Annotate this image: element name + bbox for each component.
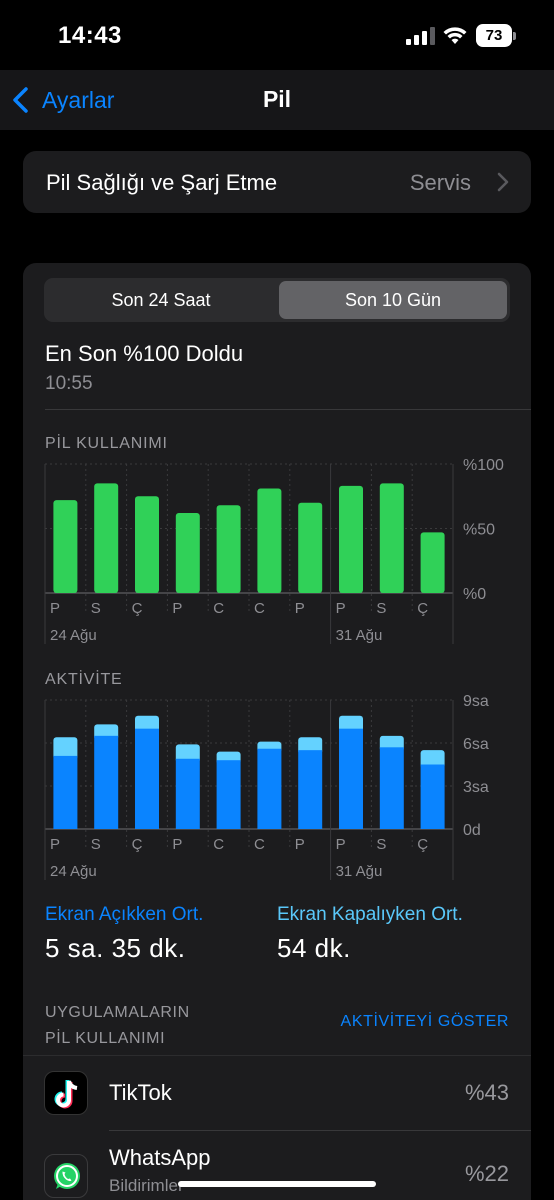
- battery-bar: [257, 488, 282, 593]
- apps-usage-header: UYGULAMALARIN PİL KULLANIMI: [45, 1000, 245, 1052]
- x-date-label: 24 Ağu: [50, 627, 97, 644]
- y-tick-label: %0: [463, 586, 486, 603]
- screen-off-label: Ekran Kapalıyken Ort.: [277, 904, 463, 925]
- battery-cap: [513, 32, 516, 40]
- status-time: 14:43: [58, 22, 122, 49]
- last-charged-title: En Son %100 Doldu: [45, 341, 244, 366]
- activity-bar-screen-on: [298, 750, 323, 829]
- x-day-label: S: [91, 836, 101, 853]
- x-date-label: 24 Ağu: [50, 863, 97, 880]
- activity-bar-screen-on: [53, 755, 78, 829]
- apps-header-line1: UYGULAMALARIN: [45, 1004, 190, 1021]
- x-date-label: 31 Ağu: [336, 863, 383, 880]
- status-bar: 14:43 73: [0, 0, 554, 70]
- activity-bar-screen-on: [420, 764, 445, 829]
- x-day-label: S: [376, 600, 386, 617]
- screen-off-value: 54 dk.: [277, 933, 351, 963]
- x-day-label: C: [254, 836, 265, 853]
- divider: [45, 409, 531, 410]
- battery-icon: 73: [476, 24, 516, 48]
- battery-bar: [53, 500, 78, 593]
- x-day-label: S: [376, 836, 386, 853]
- x-day-label: C: [213, 836, 224, 853]
- show-activity-button[interactable]: AKTİVİTEYİ GÖSTER: [341, 1013, 509, 1031]
- battery-health-label: Pil Sağlığı ve Şarj Etme: [46, 170, 278, 195]
- battery-bar: [339, 485, 363, 593]
- chevron-right-icon: [497, 172, 509, 192]
- app-percentage: %22: [464, 1161, 509, 1186]
- activity-bar-screen-on: [175, 758, 200, 829]
- battery-bar: [420, 532, 445, 593]
- x-day-label: S: [91, 600, 101, 617]
- x-day-label: Ç: [132, 600, 143, 617]
- navigation-bar: Ayarlar Pil: [0, 70, 554, 130]
- app-row-tiktok[interactable]: TikTok %43: [23, 1056, 531, 1132]
- battery-bar: [216, 505, 241, 593]
- y-tick-label: 0d: [463, 822, 481, 839]
- activity-bar-screen-on: [257, 748, 282, 829]
- tiktok-icon: [44, 1071, 88, 1115]
- apps-header-line2: PİL KULLANIMI: [45, 1030, 166, 1047]
- segment-last-24-hours[interactable]: Son 24 Saat: [47, 281, 275, 319]
- segment-last-10-days[interactable]: Son 10 Gün: [279, 281, 507, 319]
- x-day-label: Ç: [132, 836, 143, 853]
- battery-bar: [298, 502, 323, 593]
- y-tick-label: 3sa: [463, 779, 489, 796]
- x-date-label: 31 Ağu: [336, 627, 383, 644]
- x-day-label: P: [172, 600, 182, 617]
- activity-label: AKTİVİTE: [45, 671, 123, 688]
- activity-bar-screen-on: [379, 747, 404, 829]
- app-subtitle: Bildirimler: [109, 1176, 184, 1195]
- battery-usage-card: Son 24 Saat Son 10 Gün En Son %100 Doldu…: [23, 263, 531, 1200]
- last-charged-time: 10:55: [45, 373, 93, 394]
- x-day-label: Ç: [417, 836, 428, 853]
- y-tick-label: 6sa: [463, 736, 489, 753]
- activity-bar-screen-on: [94, 735, 119, 829]
- battery-bar: [175, 513, 200, 593]
- app-row-whatsapp[interactable]: WhatsApp Bildirimler %22: [23, 1132, 531, 1200]
- battery-usage-chart[interactable]: %100 %50 %0 P S Ç P C C P P S Ç 24 Ağu 31 Ağu: [23, 459, 531, 649]
- apps-list: TikTok %43 WhatsApp Bildirimler %22: [23, 1055, 531, 1200]
- activity-bar-screen-on: [216, 760, 241, 829]
- x-day-label: C: [254, 600, 265, 617]
- activity-bar-screen-on: [135, 728, 159, 829]
- y-tick-label: %50: [463, 522, 495, 539]
- activity-chart[interactable]: 9sa 6sa 3sa 0d P S Ç P C C P P S Ç 24 Ağu 31 Ağu: [23, 695, 531, 885]
- battery-bar: [379, 483, 404, 593]
- battery-usage-label: PİL KULLANIMI: [45, 435, 168, 452]
- whatsapp-icon: [44, 1154, 88, 1198]
- battery-level: 73: [476, 24, 512, 47]
- battery-bar: [135, 496, 159, 593]
- x-day-label: C: [213, 600, 224, 617]
- screen-on-value: 5 sa. 35 dk.: [45, 933, 186, 963]
- app-name: TikTok: [109, 1080, 172, 1105]
- screen-on-label: Ekran Açıkken Ort.: [45, 904, 204, 925]
- app-percentage: %43: [464, 1080, 509, 1105]
- home-indicator: [178, 1181, 376, 1187]
- activity-bar-screen-on: [339, 728, 363, 829]
- wifi-icon: [443, 27, 467, 44]
- x-day-label: P: [50, 836, 60, 853]
- x-day-label: P: [50, 600, 60, 617]
- y-tick-label: %100: [463, 459, 504, 474]
- x-day-label: P: [172, 836, 182, 853]
- x-day-label: P: [336, 836, 346, 853]
- page-title: Pil: [262, 86, 292, 112]
- time-range-segmented-control: Son 24 Saat Son 10 Gün: [44, 278, 510, 322]
- x-day-label: Ç: [417, 600, 428, 617]
- y-tick-label: 9sa: [463, 695, 489, 710]
- battery-bar: [94, 483, 119, 593]
- battery-health-value: Servis: [409, 170, 471, 195]
- x-day-label: P: [336, 600, 346, 617]
- x-day-label: P: [295, 600, 305, 617]
- app-name: WhatsApp: [109, 1145, 211, 1170]
- battery-health-row[interactable]: Pil Sağlığı ve Şarj Etme Servis: [23, 151, 531, 213]
- row-divider: [109, 1130, 531, 1131]
- cellular-signal-icon: [406, 27, 435, 45]
- x-day-label: P: [295, 836, 305, 853]
